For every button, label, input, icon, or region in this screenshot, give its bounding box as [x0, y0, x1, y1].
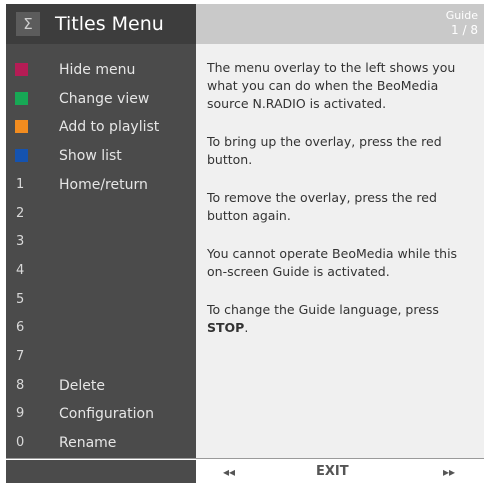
footer-menu-strip	[6, 460, 196, 483]
guide-paragraph: The menu overlay to the left shows you w…	[207, 60, 456, 111]
color-key-icon	[15, 91, 28, 105]
guide-label: Guide	[445, 9, 478, 22]
beomedia-guide-screen: Σ Titles Menu Hide menu Change view Add to…	[6, 4, 484, 483]
menu-item[interactable]: Hide menu	[6, 56, 196, 84]
number-key: 7	[16, 349, 25, 364]
next-page-icon[interactable]: ▸▸	[443, 462, 455, 482]
sigma-icon: Σ	[16, 12, 40, 36]
menu-item-label: Configuration	[59, 406, 154, 423]
menu-item-label: Home/return	[59, 176, 148, 193]
menu-item[interactable]: Show list	[6, 142, 196, 170]
menu-overlay: Σ Titles Menu Hide menu Change view Add to…	[6, 4, 196, 458]
guide-text-run: .	[244, 320, 249, 335]
menu-title: Titles Menu	[55, 13, 164, 35]
menu-item-label: Change view	[59, 90, 150, 107]
guide-paragraph: To change the Guide language, press STOP…	[207, 301, 479, 337]
number-key: 5	[16, 291, 25, 307]
menu-item[interactable]: 4	[6, 257, 196, 285]
guide-text-run: To change the Guide language, press	[207, 302, 439, 317]
menu-item[interactable]: 7	[6, 343, 196, 371]
menu-item[interactable]: 0 Rename	[6, 429, 196, 457]
menu-item[interactable]: 6	[6, 314, 196, 342]
menu-item-label: Delete	[59, 377, 105, 394]
number-key: 3	[16, 234, 25, 250]
menu-item[interactable]: 9 Configuration	[6, 400, 196, 428]
menu-item-label: Add to playlist	[59, 119, 160, 136]
menu-item[interactable]: 1 Home/return	[6, 171, 196, 199]
menu-item[interactable]: 8 Delete	[6, 372, 196, 400]
number-key: 1	[16, 176, 25, 192]
menu-item[interactable]: 2	[6, 200, 196, 228]
menu-item[interactable]: 3	[6, 228, 196, 256]
guide-panel: Guide 1 / 8 The menu overlay to the left…	[196, 4, 484, 458]
guide-paragraph: You cannot operate BeoMedia while this o…	[207, 246, 458, 279]
guide-paragraph: To bring up the overlay, press the red b…	[207, 134, 442, 167]
exit-button[interactable]: EXIT	[316, 462, 349, 482]
color-key-icon	[15, 149, 28, 163]
color-key-icon	[15, 120, 28, 134]
menu-item[interactable]: 5	[6, 286, 196, 314]
footer-bar: ◂◂ EXIT ▸▸	[6, 458, 484, 483]
previous-page-icon[interactable]: ◂◂	[223, 462, 235, 482]
number-key: 0	[16, 435, 25, 451]
color-key-icon	[15, 63, 28, 76]
guide-page-counter: 1 / 8	[451, 23, 478, 37]
menu-item-label: Hide menu	[59, 62, 136, 78]
number-key: 9	[16, 406, 25, 422]
menu-item[interactable]: Add to playlist	[6, 113, 196, 141]
guide-header: Guide 1 / 8	[196, 4, 484, 44]
menu-item-label: Show list	[59, 148, 122, 165]
menu-item[interactable]: Change view	[6, 85, 196, 113]
menu-item-label: Rename	[59, 435, 117, 452]
guide-paragraph: To remove the overlay, press the red but…	[207, 190, 437, 223]
guide-text: The menu overlay to the left shows you w…	[207, 59, 479, 357]
stop-key-label: STOP	[207, 320, 245, 335]
number-key: 2	[16, 205, 25, 221]
number-key: 8	[16, 377, 25, 393]
number-key: 6	[16, 320, 25, 336]
number-key: 4	[16, 262, 25, 278]
guide-indicator: Guide 1 / 8	[446, 8, 478, 38]
menu-header: Σ Titles Menu	[6, 4, 196, 44]
